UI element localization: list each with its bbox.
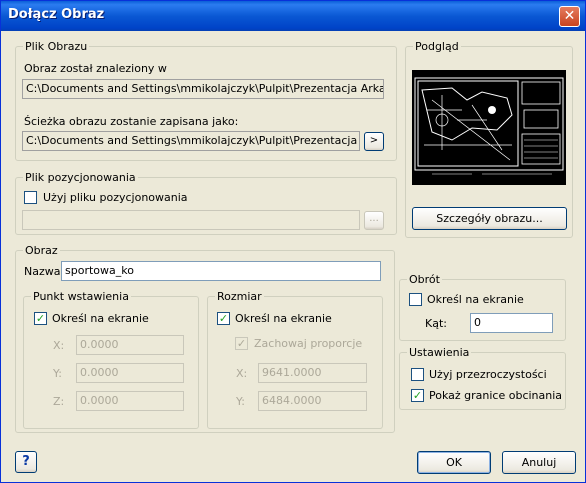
attach-image-dialog: Dołącz Obraz ✕ Plik Obrazu Obraz został … [0,0,586,483]
cancel-button[interactable]: Anuluj [502,451,576,474]
insertion-z-field: 0.0000 [76,391,184,411]
browse-path-button[interactable]: > [364,132,384,151]
name-label: Nazwa [24,265,61,278]
transparency-checkbox[interactable] [411,368,424,381]
image-legend: Obraz [23,244,60,257]
dialog-title: Dołącz Obraz [8,7,105,22]
size-x-label: X: [236,367,248,380]
rotation-legend: Obrót [407,273,442,286]
size-y-label: Y: [236,395,245,408]
insertion-x-label: X: [53,339,65,352]
ok-button[interactable]: OK [417,451,491,474]
angle-input[interactable]: 0 [470,313,553,333]
size-specify-label: Określ na ekranie [235,312,332,325]
found-path-field[interactable]: C:\Documents and Settings\mmikolajczyk\P… [22,79,384,99]
positioning-path-field [22,210,360,230]
insertion-x-field: 0.0000 [76,335,184,355]
rotation-specify-checkbox[interactable] [409,293,422,306]
title-bar[interactable]: Dołącz Obraz ✕ [1,1,585,31]
insertion-point-legend: Punkt wstawienia [31,290,131,303]
name-input[interactable]: sportowa_ko [61,261,381,281]
positioning-browse-button: ... [364,211,384,230]
size-specify-checkbox[interactable]: ✓ [217,312,230,325]
size-x-field: 9641.0000 [258,363,367,383]
clip-boundary-checkbox[interactable]: ✓ [411,389,424,402]
insertion-specify-checkbox[interactable]: ✓ [34,312,47,325]
help-button[interactable]: ? [15,451,37,473]
image-file-legend: Plik Obrazu [23,40,90,53]
clip-boundary-label: Pokaż granice obcinania [429,389,563,402]
angle-label: Kąt: [425,317,447,330]
close-button[interactable]: ✕ [559,6,580,27]
size-legend: Rozmiar [215,290,264,303]
settings-legend: Ustawienia [407,346,472,359]
insertion-specify-label: Określ na ekranie [52,312,149,325]
rotation-specify-label: Określ na ekranie [427,293,524,306]
drawing-thumbnail-icon [412,70,566,185]
save-as-label: Ścieżka obrazu zostanie zapisana jako: [24,115,239,128]
keep-proportions-label: Zachowaj proporcje [254,337,363,350]
use-positioning-label: Użyj pliku pozycjonowania [43,191,188,204]
transparency-label: Użyj przezroczystości [429,368,547,381]
image-details-button[interactable]: Szczegóły obrazu... [412,207,567,230]
insertion-y-label: Y: [53,367,62,380]
save-path-field[interactable]: C:\Documents and Settings\mmikolajczyk\P… [22,131,360,151]
size-y-field: 6484.0000 [258,391,367,411]
image-preview [412,70,566,185]
preview-legend: Podgląd [413,40,461,53]
insertion-z-label: Z: [53,395,65,408]
use-positioning-checkbox[interactable] [24,191,37,204]
insertion-y-field: 0.0000 [76,363,184,383]
positioning-file-legend: Plik pozycjonowania [23,171,138,184]
keep-proportions-checkbox: ✓ [235,337,248,350]
found-in-label: Obraz został znaleziony w [24,62,167,75]
